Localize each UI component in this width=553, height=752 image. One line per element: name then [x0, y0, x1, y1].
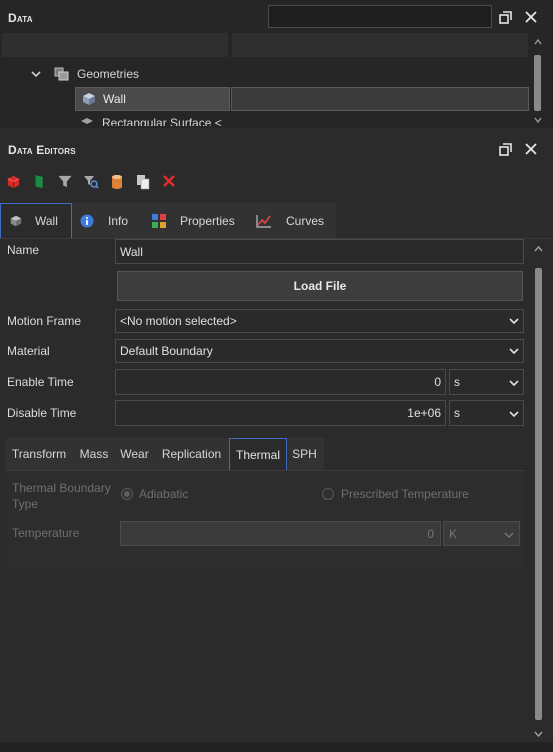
motion-frame-value: <No motion selected>	[120, 314, 237, 328]
chevron-down-icon	[509, 408, 519, 418]
tab-info[interactable]: Info	[72, 203, 142, 238]
scroll-up-icon[interactable]	[534, 35, 542, 45]
load-file-button[interactable]: Load File	[117, 271, 523, 301]
adiabatic-label: Adiabatic	[139, 487, 189, 501]
thermal-boundary-type-label: Thermal Boundary Type	[12, 481, 111, 511]
data-scrollbar[interactable]	[531, 33, 545, 125]
chevron-down-icon	[509, 377, 519, 387]
data-panel-title: Data	[8, 11, 33, 25]
subtab-replication[interactable]: Replication	[155, 438, 228, 470]
subtab-transform[interactable]: Transform	[6, 438, 72, 470]
name-value: Wall	[120, 244, 143, 259]
tab-curves-label: Curves	[286, 213, 325, 228]
tree-column-header-2[interactable]	[232, 33, 528, 57]
motion-frame-select[interactable]: <No motion selected>	[115, 309, 524, 333]
geometries-icon	[54, 66, 70, 82]
adiabatic-radio[interactable]	[121, 488, 133, 500]
tab-properties[interactable]: Properties	[144, 203, 248, 238]
subtab-mass[interactable]: Mass	[74, 438, 114, 470]
name-label: Name	[7, 243, 40, 257]
temperature-value: 0	[427, 526, 434, 541]
enable-time-input[interactable]: 0	[115, 369, 446, 395]
delete-icon[interactable]	[162, 174, 178, 190]
enable-time-unit: s	[454, 375, 460, 389]
chevron-down-icon	[504, 529, 514, 543]
chevron-down-icon	[509, 315, 519, 325]
cylinder-orange-icon[interactable]	[110, 174, 126, 190]
enable-time-value: 0	[434, 375, 441, 389]
disable-time-unit-select[interactable]: s	[449, 400, 524, 426]
cube-red-icon[interactable]	[6, 174, 22, 190]
scroll-down-icon[interactable]	[534, 113, 542, 124]
close-icon[interactable]	[523, 141, 539, 157]
rectangular-surface-icon	[80, 116, 94, 126]
data-search-input[interactable]	[268, 5, 492, 28]
scroll-down-icon[interactable]	[534, 727, 543, 741]
temperature-unit-select[interactable]: K	[443, 521, 520, 546]
data-editors-title: Data Editors	[8, 143, 76, 157]
material-select[interactable]: Default Boundary	[115, 339, 524, 363]
enable-time-label: Enable Time	[7, 375, 74, 389]
editor-scrollbar[interactable]	[531, 240, 546, 740]
scroll-up-icon[interactable]	[534, 242, 543, 256]
temperature-label: Temperature	[12, 526, 80, 540]
tree-column-header-1[interactable]	[2, 33, 228, 57]
tab-wall[interactable]: Wall	[0, 203, 72, 238]
tree-item-wall-row[interactable]	[75, 87, 230, 111]
motion-frame-label: Motion Frame	[7, 314, 82, 328]
wall-icon	[81, 91, 97, 107]
curves-icon	[256, 214, 272, 228]
tab-info-label: Info	[108, 213, 129, 228]
editor-scrollbar-thumb[interactable]	[535, 268, 542, 720]
copy-icon[interactable]	[136, 174, 152, 190]
prescribed-temperature-radio[interactable]	[322, 488, 334, 500]
disable-time-input[interactable]: 1e+06	[115, 400, 446, 426]
disable-time-unit: s	[454, 406, 460, 420]
material-value: Default Boundary	[120, 344, 213, 358]
wall-icon	[9, 214, 23, 228]
name-field[interactable]: Wall	[115, 239, 524, 264]
chevron-down-icon[interactable]	[30, 68, 44, 80]
tree-item-rectangular-surface[interactable]: Rectangular Surface <	[102, 115, 222, 126]
data-scrollbar-thumb[interactable]	[534, 55, 541, 111]
filter-icon[interactable]	[57, 174, 73, 190]
float-window-icon[interactable]	[497, 9, 513, 25]
tab-wall-label: Wall	[35, 214, 58, 228]
search-filter-icon[interactable]	[83, 174, 99, 190]
close-icon[interactable]	[523, 9, 539, 25]
disable-time-label: Disable Time	[7, 406, 77, 420]
subtab-thermal[interactable]: Thermal	[229, 438, 287, 470]
data-panel: Data Geometries Wall Rectangular Surface…	[0, 0, 553, 128]
subtab-wear[interactable]: Wear	[116, 438, 153, 470]
bottom-status-strip	[0, 742, 553, 752]
tab-curves[interactable]: Curves	[248, 203, 336, 238]
tree-item-wall-label: Wall	[103, 92, 126, 106]
properties-icon	[152, 213, 166, 228]
chevron-down-icon	[509, 345, 519, 355]
tree-item-geometries[interactable]: Geometries	[77, 67, 139, 81]
tree-item-wall-cell[interactable]	[231, 87, 529, 111]
prescribed-temperature-label: Prescribed Temperature	[341, 487, 469, 501]
temperature-input[interactable]: 0	[120, 521, 441, 546]
subtab-sph[interactable]: SPH	[288, 438, 321, 470]
info-icon	[80, 214, 94, 228]
float-window-icon[interactable]	[497, 141, 513, 157]
material-label: Material	[7, 344, 50, 358]
temperature-unit: K	[449, 526, 458, 541]
disable-time-value: 1e+06	[407, 406, 441, 420]
enable-time-unit-select[interactable]: s	[449, 369, 524, 395]
flag-green-icon[interactable]	[32, 174, 48, 190]
tab-properties-label: Properties	[180, 213, 235, 228]
